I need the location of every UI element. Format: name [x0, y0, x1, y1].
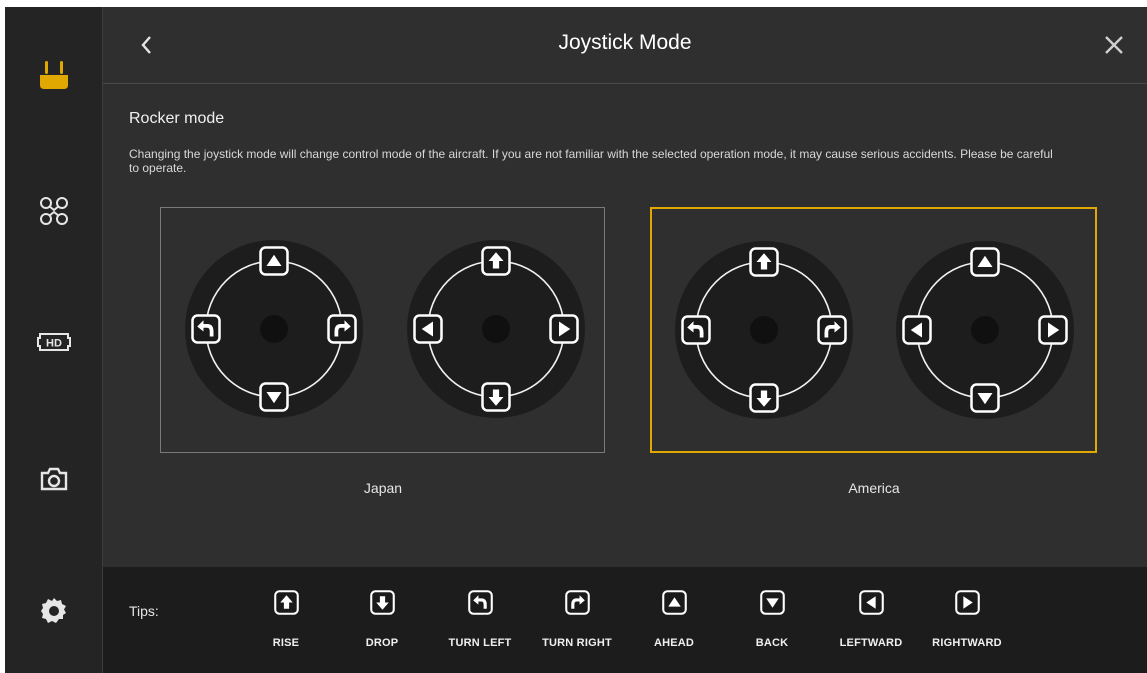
- left-stick-diagram: [674, 240, 854, 420]
- camera-icon: [40, 467, 67, 491]
- tips-bar: Tips: RISE DROP TURN LEFT TURN RIGHT AHE…: [103, 567, 1147, 673]
- stick-ahead-icon: [259, 246, 289, 276]
- stick-turn-right-icon: [327, 314, 357, 344]
- hd-icon: HD: [36, 333, 71, 351]
- sidebar-item-aircraft[interactable]: [5, 176, 102, 246]
- close-button[interactable]: [1097, 27, 1131, 63]
- mode-label-america: America: [848, 480, 900, 496]
- tip-rightward: RIGHTWARD: [917, 590, 1017, 660]
- ahead-icon: [662, 590, 687, 615]
- section-title: Rocker mode: [129, 110, 225, 127]
- left-stick-diagram: [184, 239, 364, 419]
- back-icon: [760, 590, 785, 615]
- mode-card-japan[interactable]: [160, 207, 605, 453]
- right-stick-diagram: [406, 239, 586, 419]
- rightward-icon: [955, 590, 980, 615]
- tip-back: BACK: [722, 590, 822, 660]
- sidebar: HD: [5, 7, 103, 673]
- turn-right-icon: [565, 590, 590, 615]
- remote-controller-icon: [39, 61, 68, 89]
- drop-icon: [370, 590, 395, 615]
- stick-turn-right-icon: [817, 315, 847, 345]
- tips-label: Tips:: [129, 603, 159, 619]
- tip-ahead: AHEAD: [624, 590, 724, 660]
- stick-turn-left-icon: [681, 315, 711, 345]
- leftward-icon: [859, 590, 884, 615]
- stick-rise-icon: [749, 247, 779, 277]
- page-title: Joystick Mode: [558, 31, 692, 54]
- sidebar-item-settings[interactable]: [5, 576, 102, 646]
- stick-leftward-icon: [902, 315, 932, 345]
- sidebar-item-image-transmission[interactable]: HD: [5, 307, 102, 377]
- mode-card-america[interactable]: [650, 207, 1097, 453]
- drone-icon: [39, 197, 68, 225]
- turn-left-icon: [468, 590, 493, 615]
- stick-rightward-icon: [549, 314, 579, 344]
- tip-turn-right: TURN RIGHT: [527, 590, 627, 660]
- mode-label-japan: Japan: [363, 480, 403, 496]
- stick-drop-icon: [481, 382, 511, 412]
- tip-rise: RISE: [236, 590, 336, 660]
- stick-drop-icon: [749, 383, 779, 413]
- header-bar: Joystick Mode: [103, 7, 1147, 84]
- svg-text:HD: HD: [46, 338, 62, 350]
- joystick-mode-screen: HD Joystick Mode Rocker mode Changing th…: [5, 7, 1147, 673]
- tip-drop: DROP: [332, 590, 432, 660]
- sidebar-item-remote-controller[interactable]: [5, 40, 102, 110]
- right-stick-diagram: [895, 240, 1075, 420]
- stick-turn-left-icon: [191, 314, 221, 344]
- stick-leftward-icon: [413, 314, 443, 344]
- stick-rise-icon: [481, 246, 511, 276]
- stick-back-icon: [259, 382, 289, 412]
- gear-icon: [40, 598, 66, 623]
- close-icon: [1105, 36, 1123, 54]
- stick-ahead-icon: [970, 247, 1000, 277]
- tip-leftward: LEFTWARD: [821, 590, 921, 660]
- rise-icon: [274, 590, 299, 615]
- stick-back-icon: [970, 383, 1000, 413]
- warning-text: Changing the joystick mode will change c…: [129, 147, 1053, 175]
- tip-turn-left: TURN LEFT: [430, 590, 530, 660]
- sidebar-item-camera[interactable]: [5, 444, 102, 514]
- stick-rightward-icon: [1038, 315, 1068, 345]
